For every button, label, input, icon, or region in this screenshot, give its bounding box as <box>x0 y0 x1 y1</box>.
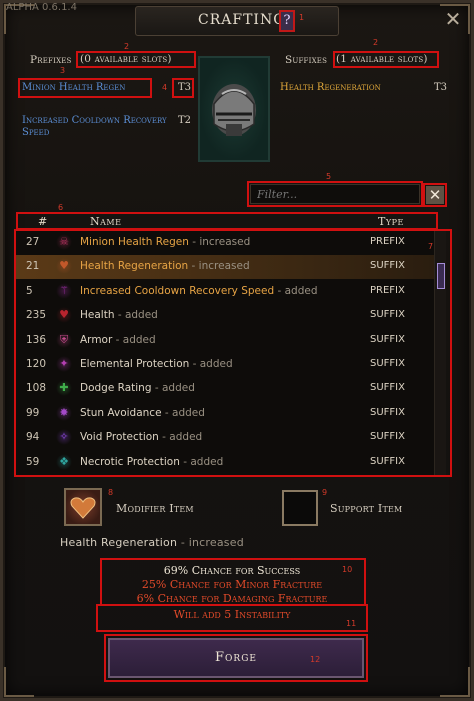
prefixes-label: Prefixes <box>30 54 72 66</box>
column-header-type[interactable]: Type <box>378 215 404 228</box>
annotation-box <box>14 229 452 477</box>
support-item-label: Support Item <box>330 502 403 515</box>
frame-corner <box>440 667 470 697</box>
success-chance: 69% Chance for Success <box>163 564 301 577</box>
selected-modifier-name: Health Regeneration <box>60 536 178 549</box>
suffix-slots-count: (1 available slots) <box>336 53 428 65</box>
version-label: ALPHA 0.6.1.4 <box>6 2 77 13</box>
annotation-number: 3 <box>60 66 66 75</box>
window-title: CRAFTING <box>198 12 286 28</box>
selected-modifier-text: Health Regeneration - increased <box>60 536 244 549</box>
close-button[interactable]: ✕ <box>442 8 464 30</box>
prefix-affix-name[interactable]: Minion Health Regen <box>22 82 125 93</box>
annotation-number: 11 <box>346 619 357 628</box>
table-header: # Name Type <box>16 212 438 230</box>
annotation-number: 1 <box>299 13 305 22</box>
heart-glyph-icon <box>70 497 96 519</box>
filter-input[interactable] <box>250 184 420 204</box>
support-item-slot[interactable] <box>282 490 318 526</box>
crafting-chances: 69% Chance for Success 25% Chance for Mi… <box>100 560 364 605</box>
prefix-slots-count: (0 available slots) <box>80 53 172 65</box>
suffix-tier: T3 <box>434 82 448 93</box>
helmet-icon <box>212 84 256 136</box>
annotation-box <box>104 634 368 682</box>
clear-filter-button[interactable]: ✕ <box>426 186 444 204</box>
selected-modifier-suffix: - increased <box>177 536 244 549</box>
annotation-number: 12 <box>310 655 321 664</box>
annotation-number: 5 <box>326 172 332 181</box>
suffixes-label: Suffixes <box>285 54 328 66</box>
annotation-number: 6 <box>58 203 64 212</box>
minor-fracture-chance: 25% Chance for Minor Fracture <box>141 578 323 591</box>
annotation-number: 9 <box>322 488 328 497</box>
frame-corner <box>4 667 34 697</box>
modifier-item-label: Modifier Item <box>116 502 194 515</box>
annotation-number: 7 <box>428 242 434 251</box>
column-header-num[interactable]: # <box>38 215 48 228</box>
prefix-tier: T3 <box>178 82 192 93</box>
crafting-item-slot[interactable] <box>198 56 270 162</box>
column-header-name[interactable]: Name <box>90 215 121 228</box>
help-button[interactable]: ? <box>279 10 295 32</box>
prefix-tier: T2 <box>178 115 192 126</box>
annotation-number: 4 <box>162 83 168 92</box>
suffix-affix-name[interactable]: Health Regeneration <box>280 82 381 93</box>
prefix-affix-name[interactable]: Increased Cooldown Recovery Speed <box>22 115 172 139</box>
annotation-number: 8 <box>108 488 114 497</box>
annotation-number: 2 <box>373 38 379 47</box>
instability-warning: Will add 5 Instability <box>173 608 291 621</box>
annotation-number: 2 <box>124 42 130 51</box>
modifier-item-slot[interactable] <box>64 488 102 526</box>
